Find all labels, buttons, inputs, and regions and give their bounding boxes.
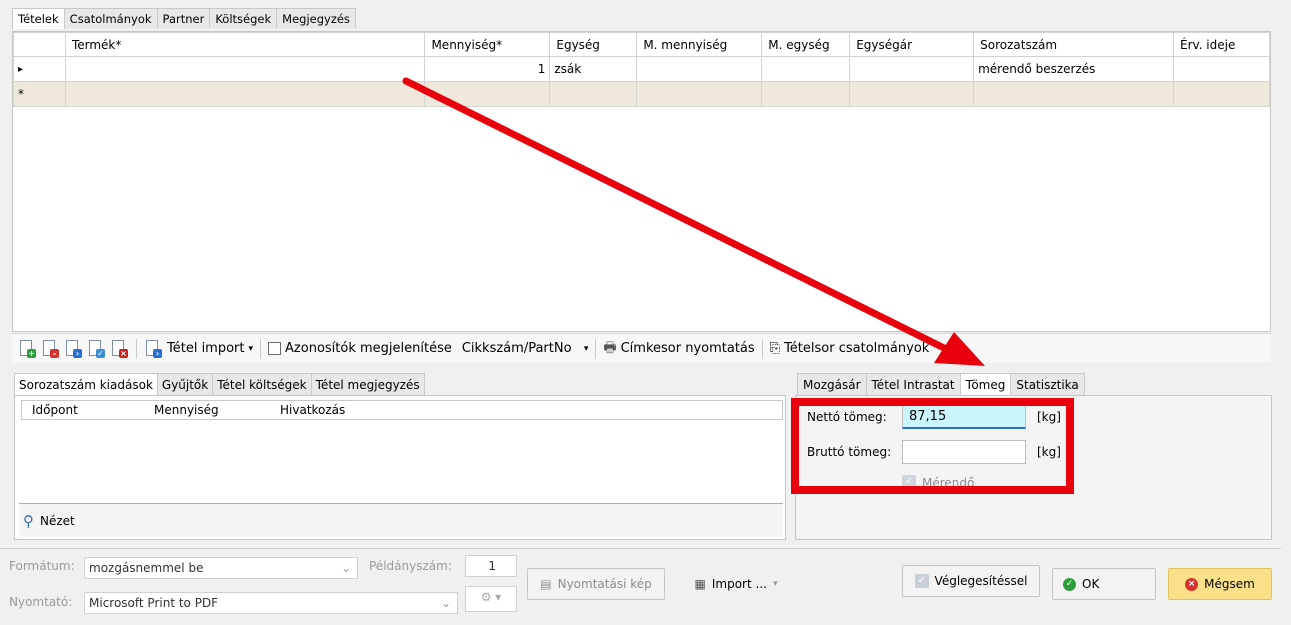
finalize-checkbox: ✓ [914, 574, 929, 588]
finalize-label: Véglegesítéssel [934, 574, 1028, 588]
import-label: Import ... [711, 577, 767, 591]
chevron-down-icon: ⌄ [440, 596, 451, 610]
finalize-toggle[interactable]: ✓ Véglegesítéssel [902, 565, 1040, 597]
format-value: mozgásnemmel be [89, 561, 204, 575]
ok-button[interactable]: ✓ OK [1052, 568, 1156, 600]
format-label: Formátum: [9, 559, 75, 573]
print-preview-button[interactable]: ▤ Nyomtatási kép [527, 568, 665, 600]
printer-label: Nyomtató: [9, 595, 73, 609]
import-button[interactable]: ▦ Import ... ▾ [678, 568, 794, 600]
gear-icon: ⚙ ▾ [480, 590, 502, 604]
copies-label: Példányszám: [369, 559, 452, 573]
printer-value: Microsoft Print to PDF [89, 596, 219, 610]
close-icon: × [1185, 577, 1199, 591]
check-icon: ✓ [1063, 577, 1076, 591]
chevron-down-icon: ⌄ [340, 561, 351, 575]
format-select[interactable]: mozgásnemmel be ⌄ [84, 557, 358, 579]
annotation-arrow [402, 77, 985, 366]
copies-value: 1 [488, 559, 496, 573]
chevron-down-icon: ▾ [772, 579, 778, 589]
print-bar: Formátum: mozgásnemmel be ⌄ Példányszám: … [0, 548, 1281, 620]
copies-stepper[interactable]: 1 [465, 555, 517, 577]
ok-label: OK [1082, 577, 1100, 591]
printer-select[interactable]: Microsoft Print to PDF ⌄ [84, 592, 458, 614]
print-preview-label: Nyomtatási kép [557, 577, 652, 591]
cancel-label: Mégsem [1204, 577, 1255, 591]
preview-icon: ▤ [540, 577, 552, 591]
printer-settings-button[interactable]: ⚙ ▾ [465, 586, 517, 612]
cancel-button[interactable]: × Mégsem [1168, 568, 1272, 600]
import-icon: ▦ [694, 577, 706, 591]
